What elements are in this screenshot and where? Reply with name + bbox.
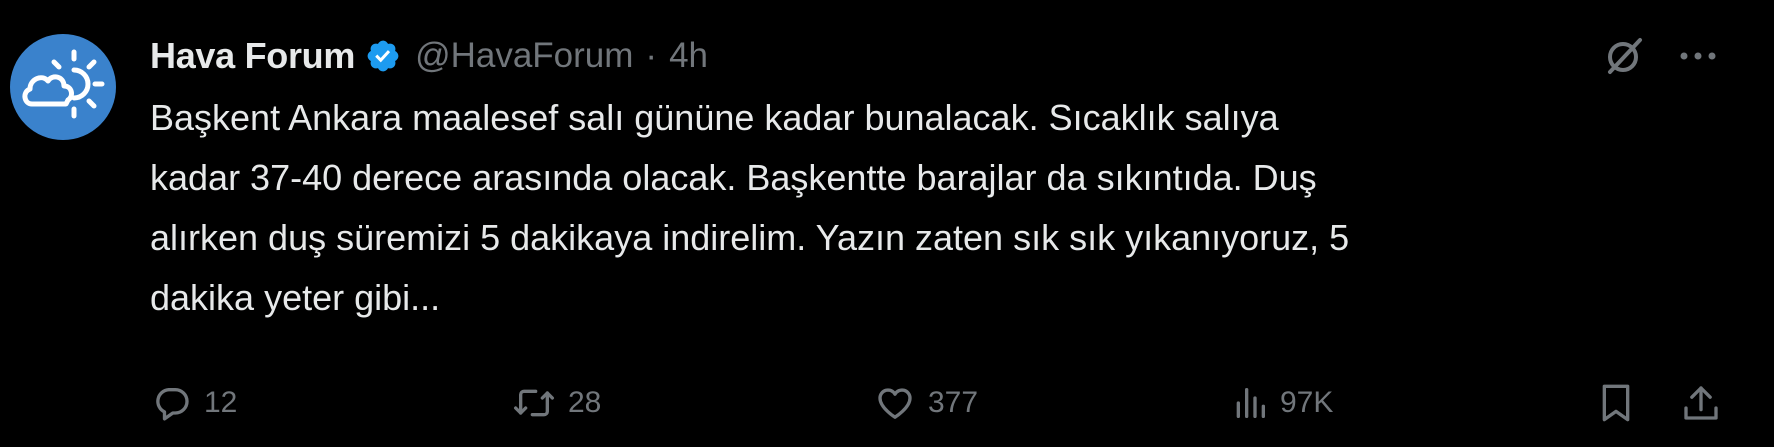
tweet-timestamp[interactable]: 4h: [669, 36, 708, 76]
separator-dot: ·: [645, 36, 658, 75]
tweet-header: Hava Forum @HavaForum · 4h: [150, 30, 708, 82]
share-button[interactable]: [1682, 376, 1720, 430]
author-handle[interactable]: @HavaForum: [415, 36, 633, 76]
more-dots-icon: [1680, 52, 1716, 60]
action-bar: 12 28 377 97K: [0, 376, 1774, 430]
grok-button[interactable]: [1596, 28, 1652, 84]
grok-icon: [1608, 38, 1642, 74]
share-icon: [1684, 386, 1718, 420]
reply-button[interactable]: 12: [152, 376, 237, 430]
author-display-name[interactable]: Hava Forum: [150, 35, 355, 77]
views-count: 97K: [1280, 386, 1334, 419]
reply-count: 12: [204, 386, 238, 419]
bookmark-icon: [1602, 384, 1630, 422]
views-chart-icon: [1236, 388, 1265, 418]
views-button[interactable]: 97K: [1232, 376, 1333, 430]
repost-icon: [514, 389, 554, 417]
like-button[interactable]: 377: [874, 376, 978, 430]
avatar[interactable]: [10, 34, 116, 140]
weather-sun-cloud-icon: [22, 49, 105, 119]
more-options-button[interactable]: [1670, 28, 1726, 84]
repost-count: 28: [568, 386, 602, 419]
heart-icon: [878, 388, 912, 419]
repost-button[interactable]: 28: [512, 376, 601, 430]
like-count: 377: [928, 386, 979, 419]
reply-icon: [156, 388, 189, 421]
verified-badge-icon[interactable]: [365, 38, 401, 74]
tweet-text: Başkent Ankara maalesef salı gününe kada…: [150, 97, 1350, 318]
tweet[interactable]: Hava Forum @HavaForum · 4h Başkent Ankar…: [0, 0, 1774, 447]
bookmark-button[interactable]: [1598, 376, 1634, 430]
